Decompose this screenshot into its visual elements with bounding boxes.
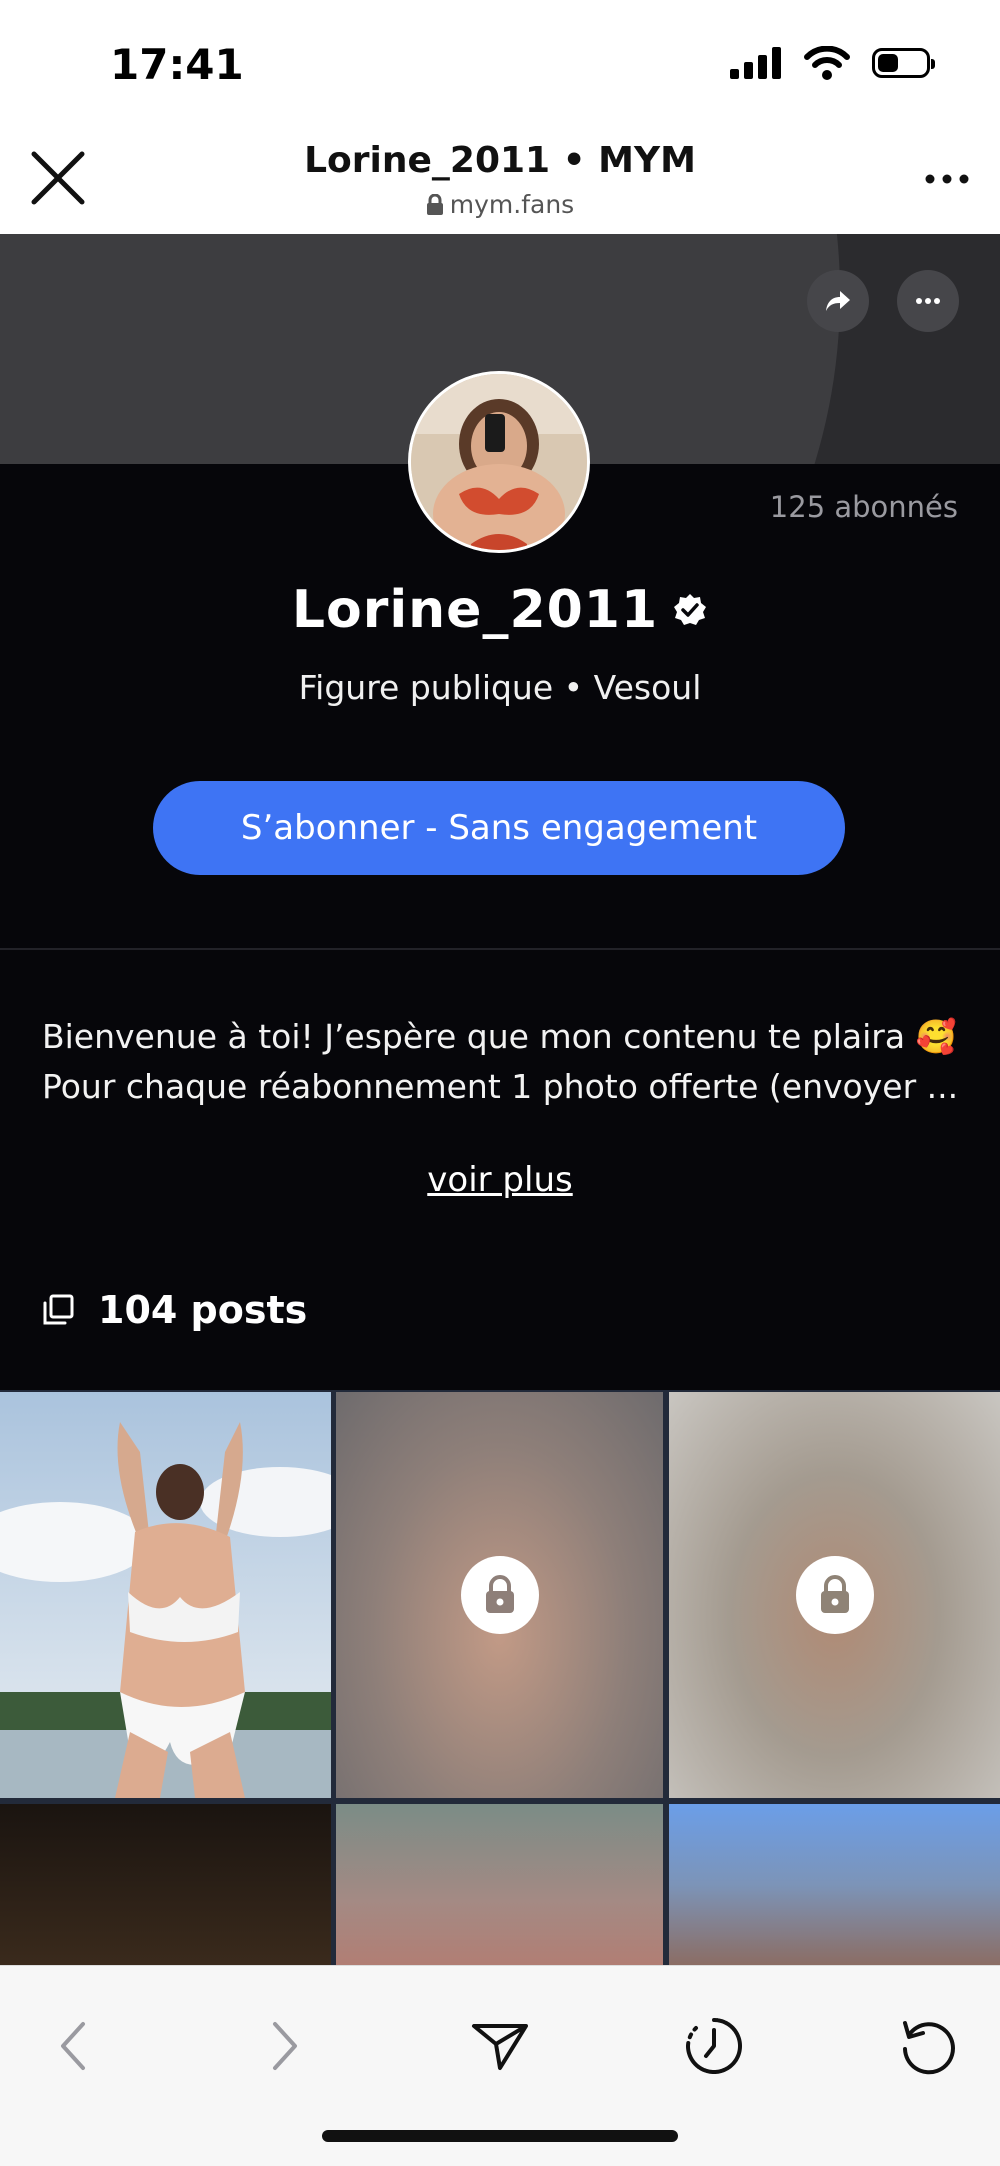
divider <box>0 948 1000 950</box>
profile-more-button[interactable] <box>897 270 959 332</box>
more-icon <box>916 298 940 304</box>
status-icons <box>730 46 935 80</box>
posts-header: 104 posts <box>42 1288 307 1332</box>
wifi-icon <box>804 46 850 80</box>
lock-icon <box>485 1575 514 1613</box>
page-url: mym.fans <box>0 190 1000 219</box>
status-bar: 17:41 <box>0 0 1000 130</box>
share-button[interactable] <box>807 270 869 332</box>
post-tile-locked[interactable] <box>669 1392 1000 1798</box>
subscriber-count: 125 abonnés <box>769 490 958 524</box>
share-icon <box>826 291 850 311</box>
more-horizontal-icon <box>925 174 969 184</box>
lock-icon <box>820 1575 849 1613</box>
forward-button[interactable] <box>246 2006 326 2086</box>
bio-line-2: Pour chaque réabonnement 1 photo offerte… <box>42 1067 959 1106</box>
subscribe-button[interactable]: S’abonner - Sans engagement <box>153 781 845 875</box>
share-page-button[interactable] <box>460 2006 540 2086</box>
post-tile[interactable] <box>336 1804 663 1965</box>
avatar[interactable] <box>408 371 590 553</box>
page-title: Lorine_2011 • MYM <box>304 140 696 181</box>
reload-button[interactable] <box>888 2006 968 2086</box>
status-time: 17:41 <box>110 40 244 89</box>
bio-line-1: Bienvenue à toi! J’espère que mon conten… <box>42 1017 957 1056</box>
profile-meta: Figure publique • Vesoul <box>298 668 702 707</box>
posts-stack-icon <box>43 1294 74 1325</box>
post-tile[interactable] <box>0 1392 331 1798</box>
username: Lorine_2011 <box>291 580 659 640</box>
back-button[interactable] <box>32 2006 112 2086</box>
post-tile-locked[interactable] <box>336 1392 663 1798</box>
posts-count: 104 posts <box>98 1288 308 1332</box>
forward-arrow-icon <box>273 2022 297 2070</box>
posts-grid <box>0 1390 1000 1965</box>
browser-more-button[interactable] <box>922 164 972 194</box>
lock-small-icon <box>426 193 443 215</box>
username-row: Lorine_2011 <box>0 580 1000 640</box>
post-tile[interactable] <box>669 1804 1000 1965</box>
verified-badge-icon <box>674 594 707 625</box>
see-more-link[interactable]: voir plus <box>0 1160 1000 1200</box>
signal-icon <box>730 47 781 79</box>
battery-icon <box>872 48 935 78</box>
send-icon <box>472 2024 528 2070</box>
url-text: mym.fans <box>449 190 575 219</box>
lock-badge <box>795 1556 874 1634</box>
home-indicator <box>322 2130 678 2142</box>
bio: Bienvenue à toi! J’espère que mon conten… <box>42 1012 972 1112</box>
lock-badge <box>460 1556 539 1634</box>
reload-icon <box>903 2021 955 2075</box>
back-arrow-icon <box>61 2022 85 2070</box>
browser-header: Lorine_2011 • MYM mym.fans <box>0 130 1000 235</box>
post-tile[interactable] <box>0 1804 331 1965</box>
history-icon <box>686 2018 742 2074</box>
history-button[interactable] <box>674 2006 754 2086</box>
